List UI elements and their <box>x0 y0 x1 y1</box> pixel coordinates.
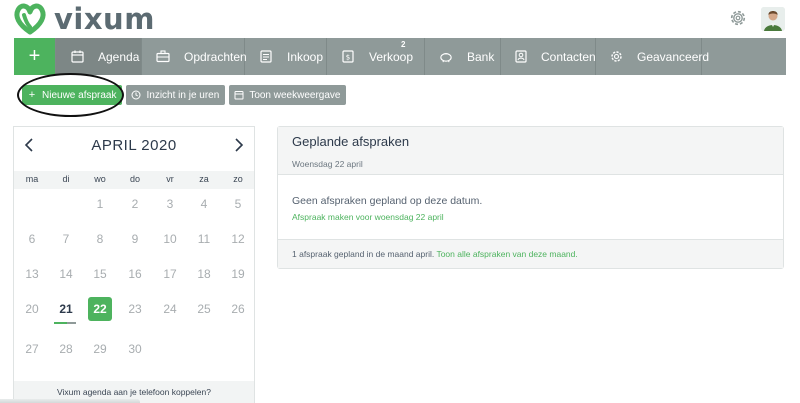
calendar-day[interactable]: 26 <box>226 297 250 321</box>
nav-item-bank[interactable]: Bank <box>425 38 501 75</box>
weekday-label: wo <box>94 174 106 184</box>
calendar-day[interactable]: 28 <box>54 337 78 361</box>
weekday-label: zo <box>233 174 243 184</box>
plus-icon: + <box>28 89 36 101</box>
new-appointment-button[interactable]: + Nieuwe afspraak <box>22 85 123 105</box>
calendar-day[interactable]: 17 <box>158 262 182 286</box>
calendar-day[interactable]: 16 <box>123 262 147 286</box>
weekday-header: ma di wo do vr za zo <box>14 171 254 189</box>
calendar-day[interactable]: 29 <box>88 337 112 361</box>
create-appointment-link[interactable]: Afspraak maken voor woensdag 22 april <box>292 212 444 222</box>
calendar-day[interactable]: 25 <box>192 297 216 321</box>
calendar-day[interactable]: 27 <box>20 337 44 361</box>
empty-message: Geen afspraken gepland op deze datum. <box>292 195 483 207</box>
calendar-day[interactable]: 8 <box>88 227 112 251</box>
piggy-bank-icon <box>439 50 453 64</box>
document-icon <box>259 50 273 64</box>
calendar-day[interactable]: 7 <box>54 227 78 251</box>
calendar-day-today[interactable]: 21 <box>54 297 78 321</box>
nav-item-inkoop[interactable]: Inkoop <box>245 38 327 75</box>
app-header: vixum <box>0 0 800 38</box>
weekday-label: do <box>129 174 140 184</box>
invoice-icon: $ <box>341 50 355 64</box>
nav-item-verkoop[interactable]: $ Verkoop 2 <box>327 38 425 75</box>
nav-label: Inkoop <box>287 49 324 64</box>
nav-label: Agenda <box>98 49 140 64</box>
nav-item-opdrachten[interactable]: Opdrachten <box>142 38 247 75</box>
nav-item-geavanceerd[interactable]: Geavanceerd <box>596 38 709 75</box>
month-calendar: APRIL 2020 ma di wo do vr za zo 1 2 3 4 5 6 7 8 9 10 11 1… <box>13 126 255 403</box>
calendar-day[interactable]: 11 <box>192 227 216 251</box>
nav-item-contacten[interactable]: Contacten <box>501 38 596 75</box>
vixum-logo[interactable]: vixum <box>12 2 155 36</box>
button-label: Inzicht in je uren <box>146 89 220 101</box>
calendar-day[interactable]: 13 <box>20 262 44 286</box>
contact-icon <box>515 50 527 64</box>
weekday-label: di <box>62 174 70 184</box>
calendar-day[interactable]: 15 <box>88 262 112 286</box>
clock-icon <box>131 90 141 100</box>
briefcase-icon <box>156 50 170 64</box>
gear-icon <box>610 50 623 64</box>
weekday-label: vr <box>166 174 174 184</box>
svg-text:$: $ <box>346 54 350 62</box>
calendar-month-title: APRIL 2020 <box>91 137 177 154</box>
calendar-day[interactable]: 12 <box>226 227 250 251</box>
nav-label: Contacten <box>541 49 596 64</box>
quick-add-button[interactable]: + <box>14 38 56 75</box>
week-view-button[interactable]: Toon weekweergave <box>229 85 347 105</box>
calendar-day-selected[interactable]: 22 <box>88 297 112 321</box>
calendar-day[interactable]: 23 <box>123 297 147 321</box>
show-all-link[interactable]: Toon alle afspraken van deze maand. <box>436 249 577 259</box>
logo-text: vixum <box>54 2 155 36</box>
weekday-label: ma <box>25 174 39 184</box>
nav-label: Geavanceerd <box>637 49 710 64</box>
chevron-right-icon[interactable] <box>231 137 247 153</box>
calendar-day[interactable]: 19 <box>226 262 250 286</box>
agenda-toolbar: + Nieuwe afspraak Inzicht in je uren Too… <box>22 85 347 105</box>
bottom-edge <box>0 399 140 403</box>
hours-insight-button[interactable]: Inzicht in je uren <box>126 85 226 105</box>
appointments-panel: Geplande afspraken Woensdag 22 april Gee… <box>277 126 784 269</box>
calendar-icon <box>234 90 244 100</box>
selected-date: Woensdag 22 april <box>292 159 363 169</box>
main-nav: + Agenda Opdrachten Inkoop $ Verkoop 2 B… <box>14 38 786 75</box>
nav-label: Verkoop <box>369 49 414 64</box>
panel-footer: 1 afspraak gepland in de maand april. To… <box>278 239 783 268</box>
calendar-day[interactable]: 1 <box>88 192 112 216</box>
calendar-day[interactable]: 6 <box>20 227 44 251</box>
calendar-icon <box>70 50 84 64</box>
calendar-day[interactable]: 20 <box>20 297 44 321</box>
month-summary: 1 afspraak gepland in de maand april. <box>292 249 435 259</box>
calendar-day[interactable]: 9 <box>123 227 147 251</box>
calendar-day[interactable]: 2 <box>123 192 147 216</box>
calendar-day[interactable]: 24 <box>158 297 182 321</box>
weekday-label: za <box>199 174 209 184</box>
user-avatar[interactable] <box>761 7 785 31</box>
nav-label: Opdrachten <box>184 49 247 64</box>
today-indicator <box>54 322 76 324</box>
notification-badge: 2 <box>401 40 406 49</box>
calendar-day[interactable]: 5 <box>226 192 250 216</box>
calendar-day[interactable]: 4 <box>192 192 216 216</box>
calendar-day[interactable]: 10 <box>158 227 182 251</box>
nav-item-agenda[interactable]: Agenda <box>56 38 142 75</box>
button-label: Nieuwe afspraak <box>42 89 117 101</box>
calendar-day[interactable]: 18 <box>192 262 216 286</box>
gear-icon[interactable] <box>728 8 748 28</box>
nav-label: Bank <box>467 49 495 64</box>
calendar-day[interactable]: 30 <box>123 337 147 361</box>
button-label: Toon weekweergave <box>249 89 341 101</box>
vixum-logo-icon <box>14 3 46 35</box>
calendar-day[interactable]: 14 <box>54 262 78 286</box>
panel-title: Geplande afspraken <box>292 134 410 149</box>
calendar-day[interactable]: 3 <box>158 192 182 216</box>
panel-header: Geplande afspraken Woensdag 22 april <box>278 127 783 175</box>
calendar-header: APRIL 2020 <box>14 127 254 165</box>
